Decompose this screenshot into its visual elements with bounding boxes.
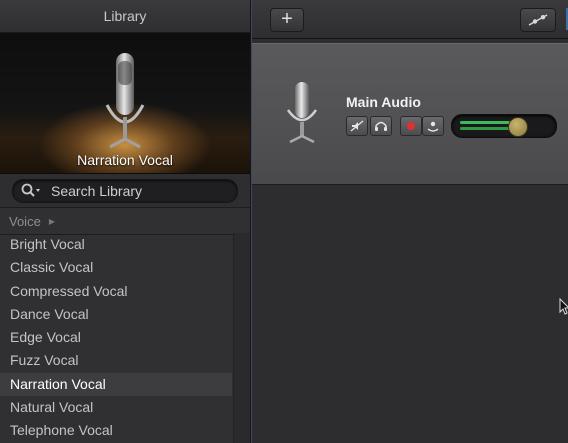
patch-item-selected[interactable]: Narration Vocal bbox=[0, 372, 232, 397]
patch-item[interactable]: Natural Vocal bbox=[0, 396, 232, 419]
search-row: Search Library bbox=[0, 174, 250, 208]
track-name[interactable]: Main Audio bbox=[346, 94, 421, 110]
patch-item[interactable]: Fuzz Vocal bbox=[0, 349, 232, 372]
track-header[interactable]: Main Audio bbox=[252, 43, 568, 185]
breadcrumb[interactable]: Voice ▶ bbox=[0, 208, 250, 235]
mute-button[interactable] bbox=[346, 116, 368, 136]
library-title: Library bbox=[0, 0, 250, 33]
chevron-right-icon: ▶ bbox=[48, 216, 55, 226]
breadcrumb-category[interactable]: Voice bbox=[9, 214, 41, 229]
add-track-button[interactable]: + bbox=[270, 8, 304, 32]
microphone-icon bbox=[286, 82, 318, 144]
mute-icon bbox=[350, 120, 364, 132]
level-meter-right bbox=[460, 127, 512, 130]
preview-caption: Narration Vocal bbox=[77, 152, 173, 168]
search-icon[interactable] bbox=[21, 183, 41, 199]
microphone-image bbox=[105, 53, 145, 149]
search-input[interactable]: Search Library bbox=[12, 178, 238, 203]
library-panel: Library Narration Vocal Search Library V… bbox=[0, 0, 251, 443]
smart-controls-button[interactable] bbox=[520, 8, 556, 32]
patch-item[interactable]: Compressed Vocal bbox=[0, 280, 232, 303]
solo-button[interactable] bbox=[370, 116, 392, 136]
tracks-toolbar: + bbox=[252, 0, 568, 39]
search-placeholder: Search Library bbox=[51, 182, 143, 199]
patch-item[interactable]: Dance Vocal bbox=[0, 303, 232, 326]
headphones-icon bbox=[375, 121, 387, 131]
input-monitoring-button[interactable] bbox=[422, 116, 444, 136]
track-volume-slider[interactable] bbox=[451, 114, 557, 138]
input-monitoring-icon bbox=[427, 121, 439, 132]
record-icon bbox=[407, 122, 415, 130]
patch-item[interactable]: Telephone Vocal bbox=[0, 419, 232, 442]
patch-item[interactable]: Bright Vocal bbox=[0, 233, 232, 256]
mouse-pointer-icon bbox=[559, 298, 568, 315]
smart-controls-icon bbox=[528, 14, 548, 26]
volume-knob[interactable] bbox=[507, 117, 528, 137]
level-meter-left bbox=[460, 121, 512, 124]
patch-list-scrollbar[interactable] bbox=[233, 233, 250, 443]
patch-list: Bright Vocal Classic Vocal Compressed Vo… bbox=[0, 233, 232, 443]
tracks-area: + Main Audio bbox=[251, 0, 568, 443]
patch-preview: Narration Vocal bbox=[0, 33, 250, 174]
patch-item[interactable]: Classic Vocal bbox=[0, 256, 232, 279]
record-enable-button[interactable] bbox=[400, 116, 422, 136]
patch-item[interactable]: Edge Vocal bbox=[0, 326, 232, 349]
